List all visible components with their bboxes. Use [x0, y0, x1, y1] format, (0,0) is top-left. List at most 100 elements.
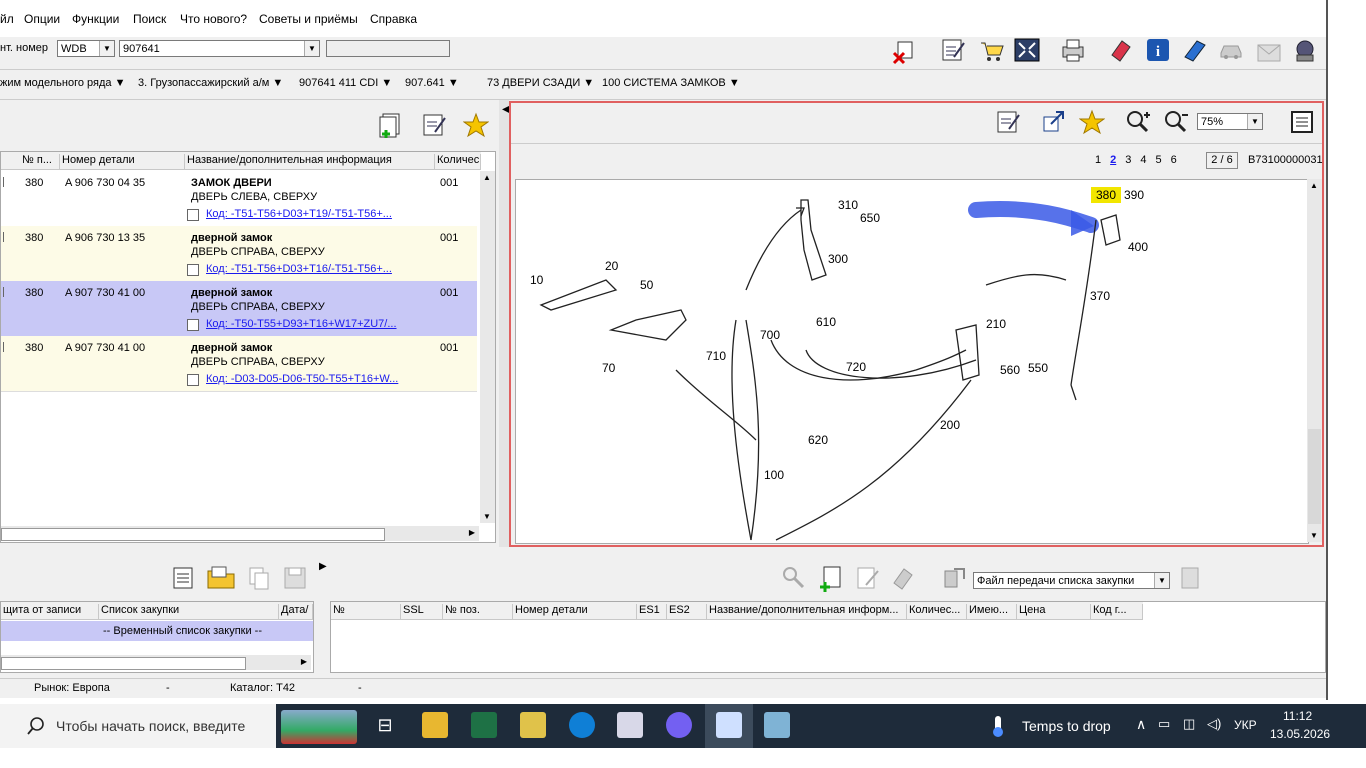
- breadcrumb-item[interactable]: 907.641 ▼: [405, 77, 459, 89]
- parts-scrollbar-horizontal[interactable]: ▶: [1, 526, 479, 541]
- row-checkbox[interactable]: [1, 232, 4, 242]
- menu-tips[interactable]: Советы и приёмы: [259, 12, 358, 26]
- app-icon[interactable]: [617, 712, 643, 738]
- diagram-label-380[interactable]: 380: [1096, 188, 1116, 202]
- diagram-label-210[interactable]: 210: [986, 317, 1006, 331]
- menu-help[interactable]: Справка: [370, 12, 417, 26]
- diagram-label-560[interactable]: 560: [1000, 363, 1020, 377]
- col-header[interactable]: Номер детали: [513, 604, 637, 619]
- row-checkbox[interactable]: [1, 342, 4, 352]
- diagram-label-400[interactable]: 400: [1128, 240, 1148, 254]
- task-view-icon[interactable]: ⊟: [372, 712, 398, 738]
- col-header[interactable]: Дата/: [279, 604, 313, 619]
- zoom-in-icon[interactable]: [1125, 109, 1151, 135]
- eraser-icon[interactable]: [1108, 37, 1134, 63]
- add-to-list-icon[interactable]: [818, 565, 844, 592]
- diagram-canvas[interactable]: 380 390 310 650 10 20 50 300 400 370 610 700 710 210 7…: [515, 179, 1309, 544]
- table-row[interactable]: 380 A 907 730 41 00 дверной замок ДВЕРЬ СПР…: [1, 281, 477, 337]
- diagram-label-620[interactable]: 620: [808, 433, 828, 447]
- print-icon[interactable]: [1060, 37, 1086, 63]
- shopping-list-row[interactable]: -- Временный список закупки --: [1, 621, 313, 641]
- breadcrumb-item[interactable]: 100 СИСТЕМА ЗАМКОВ ▼: [602, 77, 740, 89]
- diagram-label-650[interactable]: 650: [860, 211, 880, 225]
- menu-file[interactable]: йл: [0, 12, 14, 26]
- breadcrumb-item[interactable]: 907641 411 CDI ▼: [299, 77, 392, 89]
- viber-icon[interactable]: [666, 712, 692, 738]
- code-link[interactable]: Код: -T51-T56+D03+T16/-T51-T56+...: [206, 263, 392, 275]
- transfer-file-select[interactable]: Файл передачи списка закупки ▼: [973, 572, 1170, 589]
- language-indicator[interactable]: УКР: [1234, 718, 1257, 732]
- page-link[interactable]: 3: [1125, 154, 1131, 166]
- excel-icon[interactable]: [471, 712, 497, 738]
- shopping-scrollbar[interactable]: ▶: [1, 655, 311, 670]
- code-link[interactable]: Код: -T51-T56+D03+T19/-T51-T56+...: [206, 208, 392, 220]
- clear-icon[interactable]: [892, 39, 918, 65]
- collapse-right-icon[interactable]: ▶: [319, 561, 327, 572]
- transfer-icon[interactable]: [942, 565, 968, 591]
- diagram-label-100[interactable]: 100: [764, 468, 784, 482]
- list-icon[interactable]: [170, 565, 196, 591]
- diagram-label-550[interactable]: 550: [1028, 361, 1048, 375]
- edit-note-icon[interactable]: [940, 37, 966, 63]
- active-app-tab[interactable]: [705, 704, 753, 748]
- code-link[interactable]: Код: -D03-D05-D06-T50-T55+T16+W...: [206, 373, 398, 385]
- file-explorer-icon[interactable]: [422, 712, 448, 738]
- col-header[interactable]: Код г...: [1091, 604, 1143, 619]
- menu-whatsnew[interactable]: Что нового?: [180, 12, 247, 26]
- col-header[interactable]: № поз.: [443, 604, 513, 619]
- diagram-label-50[interactable]: 50: [640, 278, 654, 292]
- col-header[interactable]: Имею...: [967, 604, 1017, 619]
- page-link[interactable]: 6: [1171, 154, 1177, 166]
- diagram-label-70[interactable]: 70: [602, 361, 616, 375]
- ident-number-select[interactable]: 907641 ▼: [119, 40, 320, 57]
- page-link[interactable]: 5: [1156, 154, 1162, 166]
- col-header[interactable]: ES1: [637, 604, 667, 619]
- col-header[interactable]: ES2: [667, 604, 707, 619]
- diagram-label-20[interactable]: 20: [605, 259, 619, 273]
- ident-prefix-select[interactable]: WDB ▼: [57, 40, 115, 57]
- diagram-scrollbar[interactable]: ▲ ▼: [1307, 179, 1322, 542]
- diagram-label-610[interactable]: 610: [816, 315, 836, 329]
- info-icon[interactable]: i: [1145, 37, 1171, 63]
- ident-extra-field[interactable]: [326, 40, 450, 57]
- search-parts-icon[interactable]: [780, 565, 806, 591]
- col-header[interactable]: Название/дополнительная информация: [185, 154, 435, 169]
- display-tray-icon[interactable]: ◫: [1183, 716, 1195, 732]
- edit-note-icon[interactable]: [421, 112, 447, 138]
- col-header[interactable]: Количес...: [907, 604, 967, 619]
- star-icon[interactable]: [1078, 109, 1106, 135]
- col-header[interactable]: Номер детали: [60, 154, 185, 169]
- taskbar-search[interactable]: Чтобы начать поиск, введите: [0, 704, 276, 748]
- copy-icon[interactable]: [246, 565, 272, 591]
- page-link[interactable]: 1: [1095, 154, 1101, 166]
- splitter[interactable]: [499, 100, 509, 547]
- col-header[interactable]: SSL: [401, 604, 443, 619]
- diagram-label-390[interactable]: 390: [1124, 188, 1144, 202]
- breadcrumb-item[interactable]: жим модельного ряда ▼: [0, 77, 125, 89]
- diagram-label-710[interactable]: 710: [706, 349, 726, 363]
- page-link-current[interactable]: 2: [1110, 154, 1116, 166]
- diagram-label-700[interactable]: 700: [760, 328, 780, 342]
- edit-list-icon[interactable]: [854, 565, 880, 591]
- menu-functions[interactable]: Функции: [72, 12, 119, 26]
- volume-icon[interactable]: ◁): [1207, 716, 1221, 732]
- diagram-label-200[interactable]: 200: [940, 418, 960, 432]
- row-checkbox[interactable]: [1, 287, 4, 297]
- search-highlight-icon[interactable]: [281, 710, 357, 744]
- network-icon[interactable]: [1292, 37, 1318, 63]
- chevron-up-icon[interactable]: ∧: [1136, 716, 1146, 733]
- col-header[interactable]: Список закупки: [99, 604, 279, 619]
- save-icon[interactable]: [282, 565, 308, 591]
- clock-date[interactable]: 13.05.2026: [1270, 727, 1330, 741]
- diagram-label-720[interactable]: 720: [846, 360, 866, 374]
- col-header[interactable]: Название/дополнительная информ...: [707, 604, 907, 619]
- col-header[interactable]: Цена: [1017, 604, 1091, 619]
- app-icon[interactable]: [520, 712, 546, 738]
- car-icon[interactable]: [1218, 37, 1244, 63]
- col-header[interactable]: №: [331, 604, 401, 619]
- parts-scrollbar-vertical[interactable]: ▲ ▼: [480, 171, 495, 523]
- eraser-icon[interactable]: [890, 565, 916, 591]
- app-icon[interactable]: [764, 712, 790, 738]
- cart-icon[interactable]: [978, 37, 1004, 63]
- edit-note-icon[interactable]: [995, 109, 1021, 135]
